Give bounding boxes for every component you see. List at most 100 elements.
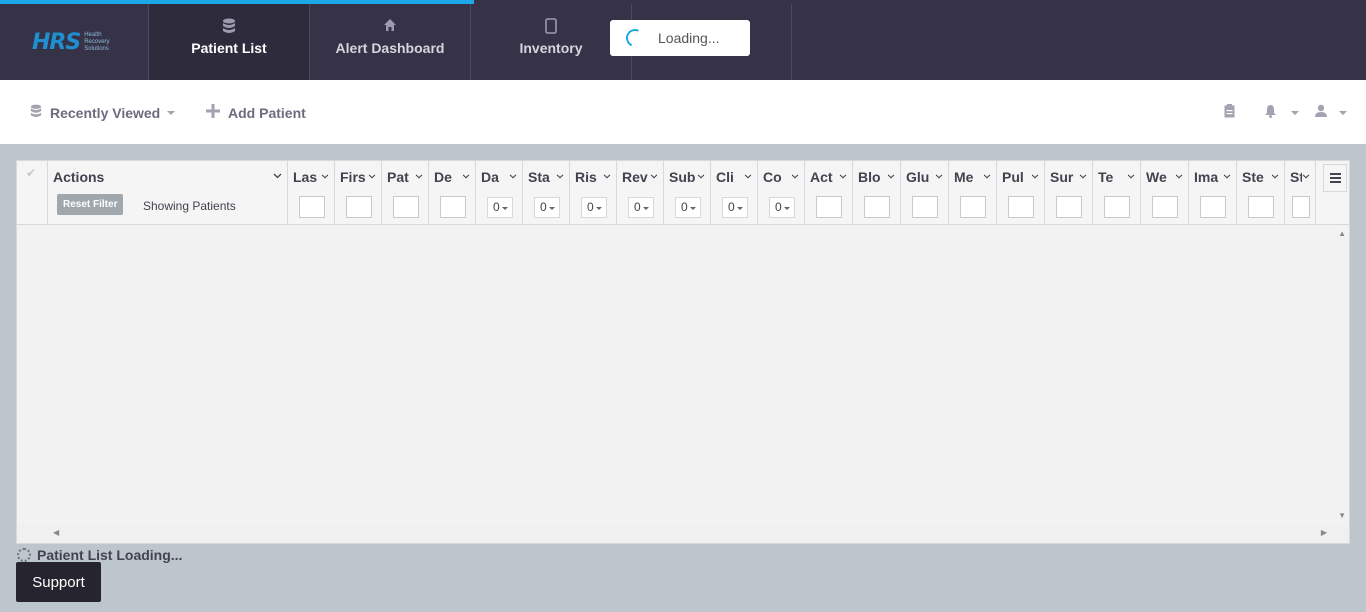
column-header-label: Me	[954, 169, 974, 185]
column-filter-input[interactable]	[1104, 196, 1130, 218]
chevron-down-icon[interactable]	[791, 171, 799, 181]
scroll-left-arrow-icon[interactable]: ◀	[53, 528, 59, 537]
user-menu-dropdown[interactable]	[1315, 104, 1347, 121]
loading-spinner-icon	[17, 548, 31, 562]
column-filter-input[interactable]	[1008, 196, 1034, 218]
column-filter-input[interactable]	[393, 196, 419, 218]
reset-filter-button[interactable]: Reset Filter	[57, 194, 124, 215]
column-filter-input[interactable]	[1152, 196, 1178, 218]
column-filter-input[interactable]	[960, 196, 986, 218]
chevron-down-icon[interactable]	[1031, 171, 1039, 181]
toolbar: Recently Viewed Add Patient	[0, 80, 1366, 144]
column-header[interactable]: Firs	[335, 161, 382, 224]
column-filter-input[interactable]	[1248, 196, 1274, 218]
column-header[interactable]: Co 0	[758, 161, 805, 224]
chevron-down-icon	[596, 207, 602, 210]
recently-viewed-label: Recently Viewed	[50, 104, 161, 121]
column-filter-select[interactable]: 0	[581, 197, 607, 218]
column-filter-select[interactable]: 0	[675, 197, 701, 218]
column-filter-select[interactable]: 0	[628, 197, 654, 218]
chevron-down-icon[interactable]	[603, 171, 611, 181]
chevron-down-icon[interactable]	[556, 171, 564, 181]
chevron-down-icon[interactable]	[1175, 171, 1183, 181]
chevron-down-icon[interactable]	[650, 171, 658, 181]
column-filter-select[interactable]: 0	[769, 197, 795, 218]
clipboard-button[interactable]	[1224, 104, 1235, 121]
chevron-down-icon[interactable]	[697, 171, 705, 181]
tab-inventory[interactable]: Inventory	[470, 4, 631, 80]
chevron-down-icon[interactable]	[935, 171, 943, 181]
column-filter-input[interactable]	[912, 196, 938, 218]
column-header[interactable]: Blo	[853, 161, 901, 224]
scroll-right-arrow-icon[interactable]: ▶	[1321, 528, 1327, 537]
column-header[interactable]: Act	[805, 161, 853, 224]
chevron-down-icon[interactable]	[887, 171, 895, 181]
scroll-down-arrow-icon[interactable]: ▼	[1338, 511, 1346, 520]
database-icon	[149, 18, 309, 36]
chevron-down-icon[interactable]	[321, 171, 329, 181]
chevron-down-icon[interactable]	[983, 171, 991, 181]
column-header-label: Rev	[622, 169, 648, 185]
chevron-down-icon[interactable]	[462, 171, 470, 181]
column-header[interactable]: De	[429, 161, 476, 224]
check-icon: ✔	[26, 166, 37, 180]
column-header[interactable]: We	[1141, 161, 1189, 224]
chevron-down-icon[interactable]	[273, 171, 282, 181]
column-filter-select[interactable]: 0	[534, 197, 560, 218]
column-header[interactable]: Te	[1093, 161, 1141, 224]
horizontal-scrollbar[interactable]: ◀ ▶	[17, 526, 1349, 543]
recently-viewed-dropdown[interactable]: Recently Viewed	[30, 104, 176, 121]
column-header[interactable]: Sty	[1285, 161, 1316, 224]
column-header[interactable]: Me	[949, 161, 997, 224]
column-header[interactable]: Las	[288, 161, 335, 224]
actions-column-header[interactable]: Actions Reset Filter Showing Patients	[48, 161, 288, 224]
column-header[interactable]: Sur	[1045, 161, 1093, 224]
column-header[interactable]: Ima	[1189, 161, 1237, 224]
column-filter-input[interactable]	[1200, 196, 1226, 218]
add-patient-button[interactable]: Add Patient	[206, 104, 306, 121]
column-header[interactable]: Da 0	[476, 161, 523, 224]
column-filter-select[interactable]: 0	[722, 197, 748, 218]
chevron-down-icon[interactable]	[368, 171, 376, 181]
tab-alert-dashboard-label: Alert Dashboard	[335, 40, 445, 56]
grid-menu-button[interactable]	[1323, 164, 1347, 192]
column-header[interactable]: Rev 0	[617, 161, 664, 224]
chevron-down-icon[interactable]	[509, 171, 517, 181]
chevron-down-icon[interactable]	[1079, 171, 1087, 181]
column-filter-input[interactable]	[1292, 196, 1310, 218]
column-filter-input[interactable]	[816, 196, 842, 218]
tab-alert-dashboard[interactable]: Alert Dashboard	[309, 4, 470, 80]
select-all-checkbox[interactable]: ✔	[17, 161, 48, 224]
tab-patient-list[interactable]: Patient List	[148, 4, 309, 80]
support-button[interactable]: Support	[16, 562, 101, 602]
column-header[interactable]: Sub 0	[664, 161, 711, 224]
column-header[interactable]: Sta 0	[523, 161, 570, 224]
chevron-down-icon[interactable]	[1127, 171, 1135, 181]
chevron-down-icon[interactable]	[1302, 171, 1310, 181]
column-header[interactable]: Pul	[997, 161, 1045, 224]
user-icon	[1315, 104, 1327, 121]
scroll-up-arrow-icon[interactable]: ▲	[1338, 229, 1346, 238]
column-header[interactable]: Pat	[382, 161, 429, 224]
hrs-logo[interactable]: HRS Health Recovery Solutions	[0, 4, 148, 80]
column-filter-input[interactable]	[346, 196, 372, 218]
chevron-down-icon	[549, 207, 555, 210]
column-filter-input[interactable]	[864, 196, 890, 218]
column-header[interactable]: Ris 0	[570, 161, 617, 224]
chevron-down-icon[interactable]	[744, 171, 752, 181]
chevron-down-icon[interactable]	[839, 171, 847, 181]
column-header[interactable]: Ste	[1237, 161, 1285, 224]
chevron-down-icon[interactable]	[1271, 171, 1279, 181]
column-header-label: Glu	[906, 169, 930, 185]
tab-patient-list-label: Patient List	[191, 40, 267, 56]
column-header[interactable]: Glu	[901, 161, 949, 224]
column-filter-select[interactable]: 0	[487, 197, 513, 218]
chevron-down-icon[interactable]	[1223, 171, 1231, 181]
column-filter-input[interactable]	[440, 196, 466, 218]
column-filter-input[interactable]	[299, 196, 325, 218]
column-filter-input[interactable]	[1056, 196, 1082, 218]
column-header[interactable]: Cli 0	[711, 161, 758, 224]
column-header-label: Sub	[669, 169, 696, 185]
chevron-down-icon[interactable]	[415, 171, 423, 181]
notifications-dropdown[interactable]	[1264, 104, 1299, 121]
